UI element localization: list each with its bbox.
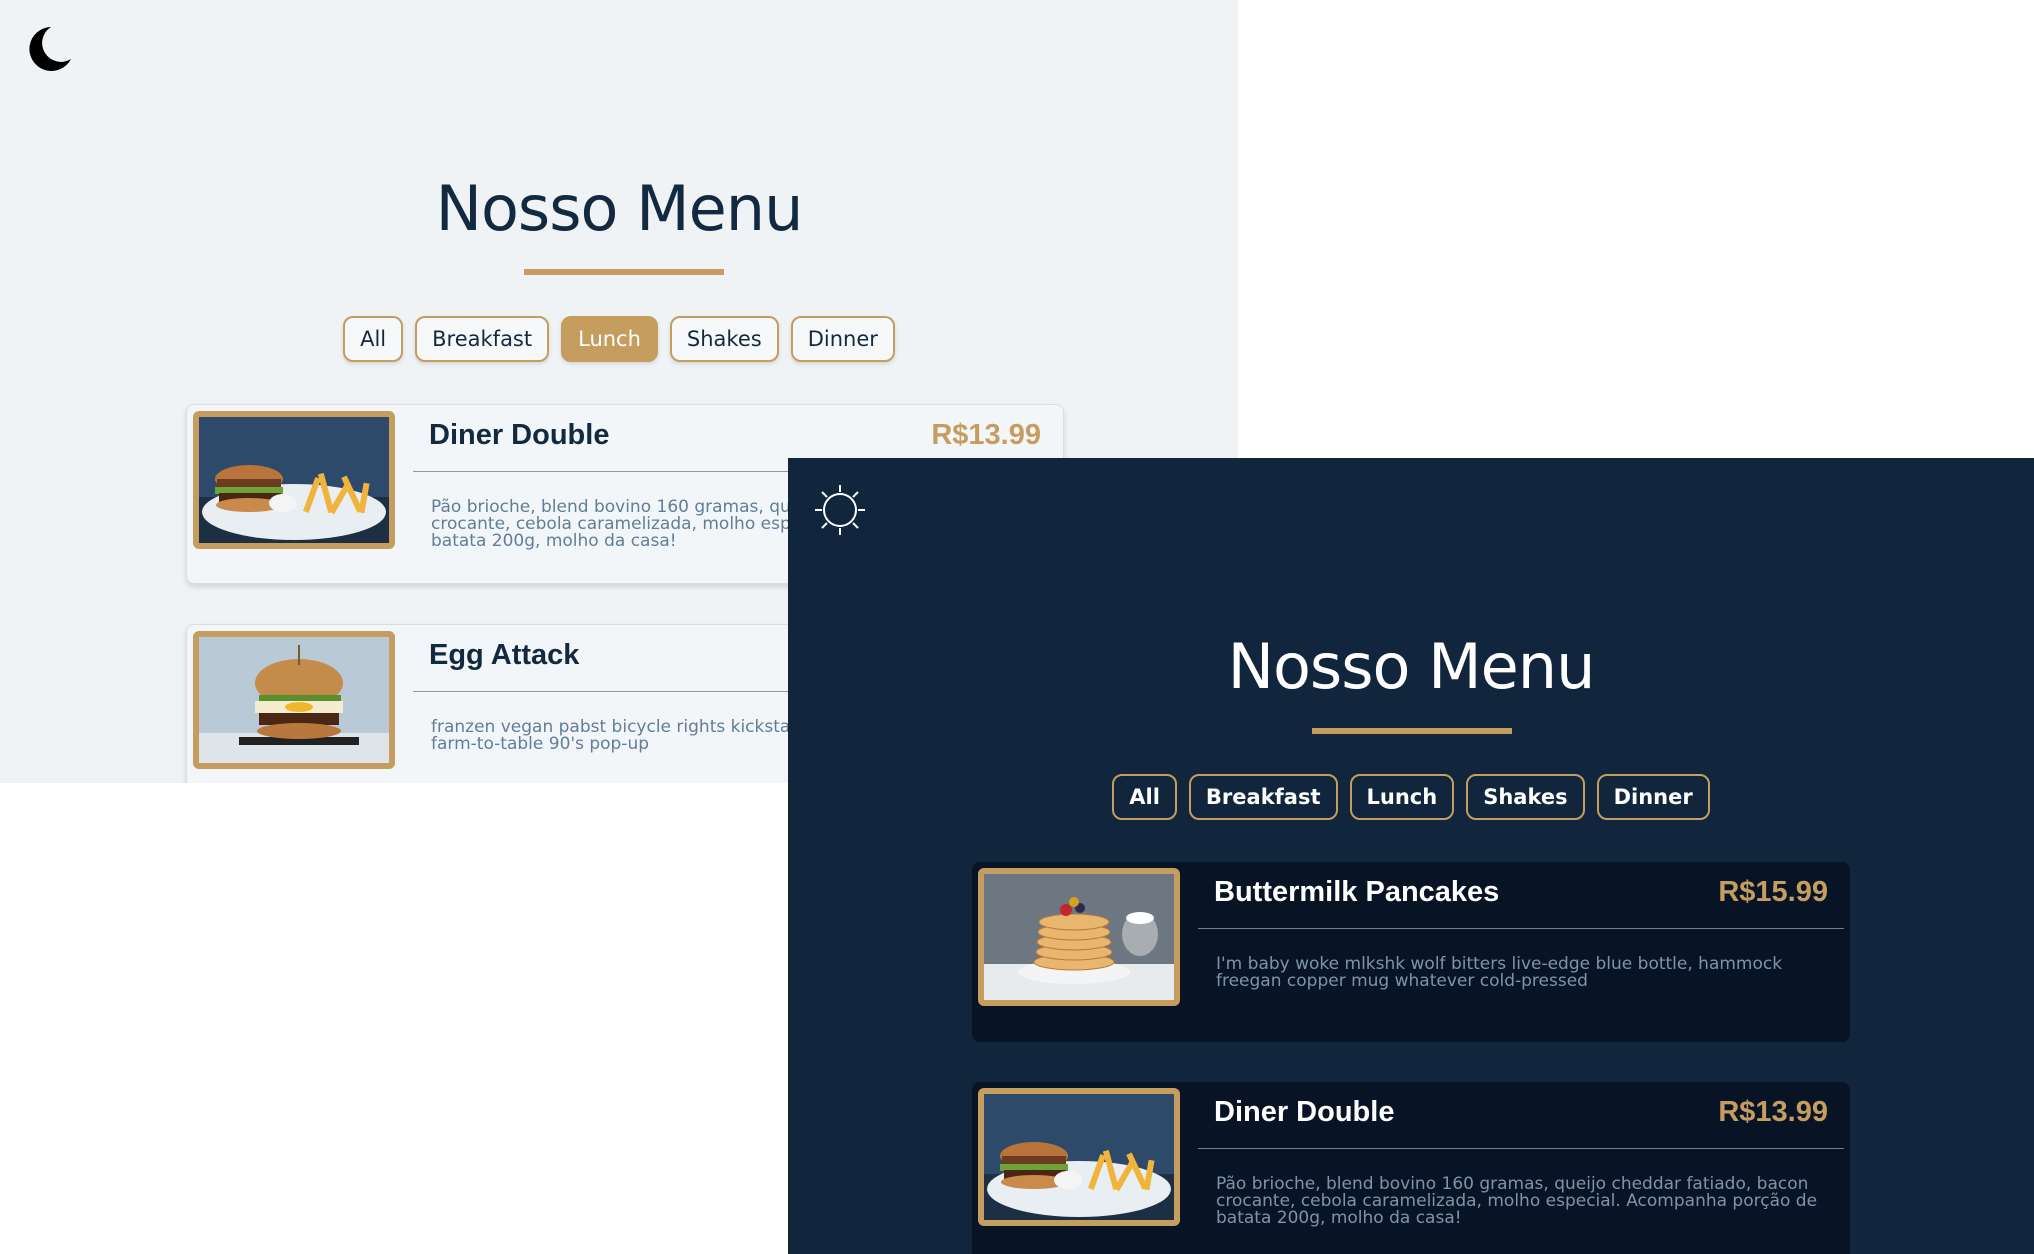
item-divider: [1198, 1148, 1844, 1149]
filter-breakfast-button[interactable]: Breakfast: [415, 316, 550, 362]
menu-item-card: Diner Double R$13.99 Pão brioche, blend …: [972, 1082, 1850, 1254]
filter-lunch-button[interactable]: Lunch: [561, 316, 658, 362]
sun-icon[interactable]: [812, 482, 868, 538]
filter-bar: All Breakfast Lunch Shakes Dinner: [0, 316, 1238, 362]
item-price: R$13.99: [1718, 1096, 1828, 1128]
page-title: Nosso Menu: [1227, 630, 1596, 703]
burger-with-fries-photo: [193, 411, 395, 549]
filter-all-button[interactable]: All: [343, 316, 404, 362]
filter-dinner-button[interactable]: Dinner: [790, 316, 895, 362]
item-description: Pão brioche, blend bovino 160 gramas, qu…: [1216, 1174, 1818, 1228]
dark-theme-view: Nosso Menu All Breakfast Lunch Shakes Di…: [788, 458, 2034, 1254]
title-underline: [1312, 728, 1512, 734]
egg-burger-photo: [193, 631, 395, 769]
filter-all-button[interactable]: All: [1112, 774, 1177, 820]
item-name: Egg Attack: [429, 639, 580, 671]
filter-bar: All Breakfast Lunch Shakes Dinner: [788, 774, 2034, 820]
filter-lunch-button[interactable]: Lunch: [1349, 774, 1455, 820]
item-divider: [1198, 928, 1844, 929]
item-name: Buttermilk Pancakes: [1214, 876, 1500, 908]
burger-with-fries-photo: [978, 1088, 1180, 1226]
menu-item-card: Buttermilk Pancakes R$15.99 I'm baby wok…: [972, 862, 1850, 1042]
page-title: Nosso Menu: [435, 172, 804, 245]
filter-shakes-button[interactable]: Shakes: [669, 316, 779, 362]
filter-shakes-button[interactable]: Shakes: [1466, 774, 1585, 820]
item-price: R$13.99: [931, 419, 1041, 451]
item-name: Diner Double: [1214, 1096, 1395, 1128]
title-underline: [524, 269, 724, 275]
item-description: I'm baby woke mlkshk wolf bitters live-e…: [1216, 954, 1783, 991]
filter-breakfast-button[interactable]: Breakfast: [1188, 774, 1338, 820]
moon-icon[interactable]: [20, 20, 76, 76]
item-name: Diner Double: [429, 419, 610, 451]
item-price: R$15.99: [1718, 876, 1828, 908]
filter-dinner-button[interactable]: Dinner: [1596, 774, 1710, 820]
pancakes-photo: [978, 868, 1180, 1006]
